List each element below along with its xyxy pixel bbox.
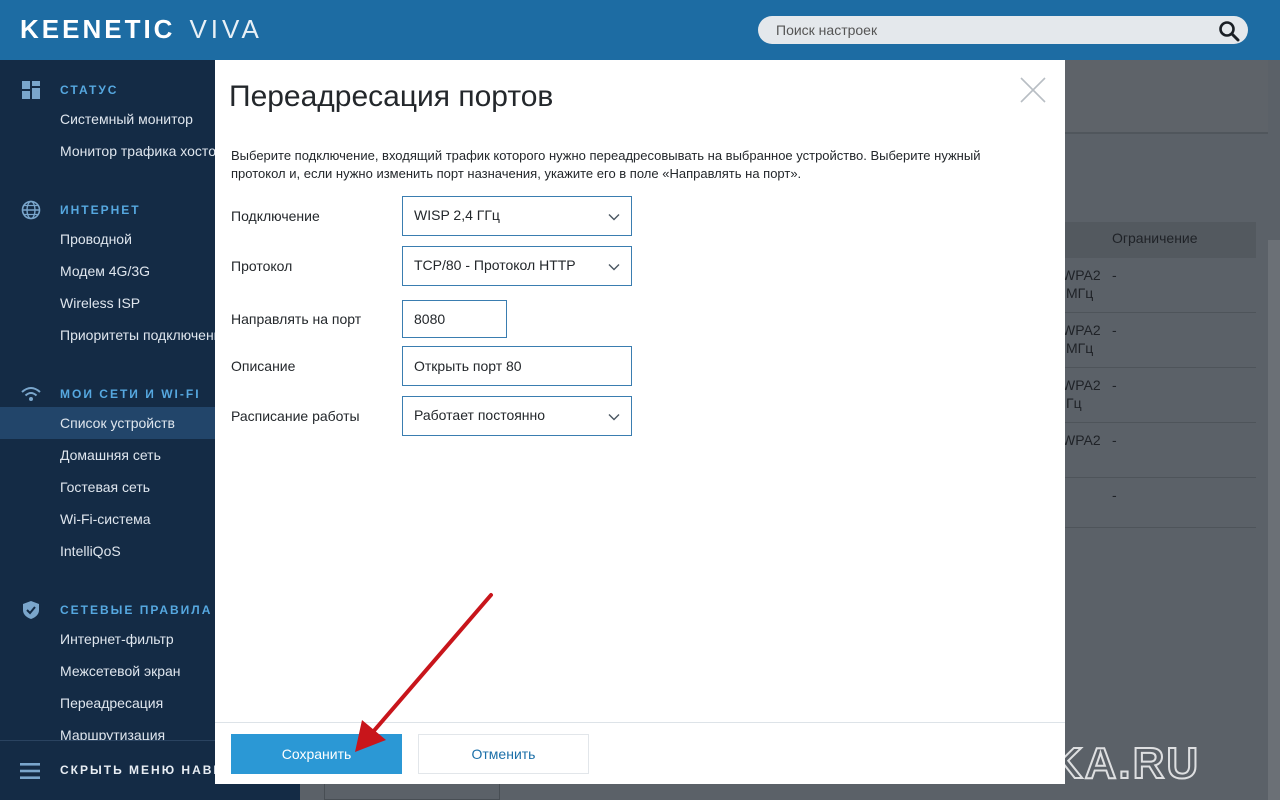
save-button[interactable]: Сохранить bbox=[231, 734, 402, 774]
chevron-down-icon bbox=[608, 214, 620, 221]
target-port-label: Направлять на порт bbox=[231, 311, 362, 327]
watermark-logo: WIFIKA.RU bbox=[950, 738, 1200, 786]
schedule-value: Работает постоянно bbox=[414, 407, 546, 423]
row-divider bbox=[1060, 312, 1256, 313]
connection-value: WISP 2,4 ГГц bbox=[414, 207, 500, 223]
globe-icon bbox=[20, 200, 42, 220]
protocol-label: Протокол bbox=[231, 258, 293, 274]
bg-cell-band: МГц bbox=[1066, 285, 1094, 301]
connection-select[interactable]: WISP 2,4 ГГц bbox=[402, 196, 632, 236]
bg-cell-limit: - bbox=[1112, 377, 1117, 393]
row-divider bbox=[1060, 527, 1256, 528]
dashboard-icon bbox=[20, 80, 42, 100]
watermark-text: WIFIKA.RU bbox=[950, 739, 1200, 786]
protocol-value: TCP/80 - Протокол HTTP bbox=[414, 257, 576, 273]
bg-cell-limit: - bbox=[1112, 322, 1117, 338]
close-icon[interactable] bbox=[1017, 74, 1049, 106]
logo[interactable]: KEENETIC VIVA bbox=[20, 14, 263, 45]
scrollbar[interactable] bbox=[1268, 240, 1280, 800]
dialog-title: Переадресация портов bbox=[229, 80, 554, 113]
port-forwarding-dialog: Переадресация портов Выберите подключени… bbox=[215, 60, 1065, 784]
column-header-limit: Ограничение bbox=[1112, 230, 1198, 246]
sidebar-section-status[interactable]: СТАТУС bbox=[20, 80, 116, 100]
shield-icon bbox=[20, 600, 42, 620]
top-bar: KEENETIC VIVA bbox=[0, 0, 1280, 60]
bg-cell-band: Гц bbox=[1066, 395, 1082, 411]
hamburger-icon bbox=[20, 763, 40, 779]
bg-cell-limit: - bbox=[1112, 432, 1117, 448]
logo-brand: KEENETIC bbox=[20, 14, 176, 44]
bg-cell-security: WPA2 bbox=[1062, 432, 1101, 448]
bg-cell-limit: - bbox=[1112, 487, 1117, 503]
bg-cell-security: WPA2 bbox=[1062, 377, 1101, 393]
logo-model: VIVA bbox=[189, 14, 263, 44]
chevron-down-icon bbox=[608, 414, 620, 421]
row-divider bbox=[1060, 422, 1256, 423]
bg-cell-limit: - bbox=[1112, 267, 1117, 283]
sidebar-section-internet[interactable]: ИНТЕРНЕТ bbox=[20, 200, 139, 220]
connection-label: Подключение bbox=[231, 208, 320, 224]
search-box[interactable] bbox=[758, 16, 1248, 44]
wifi-icon bbox=[20, 384, 42, 404]
sidebar-section-networks[interactable]: МОИ СЕТИ И WI-FI bbox=[20, 384, 199, 404]
footer-divider bbox=[215, 722, 1065, 723]
description-label: Описание bbox=[231, 358, 296, 374]
bg-cell-security: WPA2 bbox=[1062, 322, 1101, 338]
bg-cell-band: МГц bbox=[1066, 340, 1094, 356]
row-divider bbox=[1060, 477, 1256, 478]
protocol-select[interactable]: TCP/80 - Протокол HTTP bbox=[402, 246, 632, 286]
search-icon[interactable] bbox=[1218, 20, 1240, 42]
schedule-label: Расписание работы bbox=[231, 408, 360, 424]
cancel-button[interactable]: Отменить bbox=[418, 734, 589, 774]
description-input[interactable] bbox=[402, 346, 632, 386]
search-input[interactable] bbox=[776, 20, 1196, 40]
schedule-select[interactable]: Работает постоянно bbox=[402, 396, 632, 436]
dialog-description: Выберите подключение, входящий трафик ко… bbox=[231, 148, 981, 181]
bg-cell-security: WPA2 bbox=[1062, 267, 1101, 283]
sidebar-section-network-rules[interactable]: СЕТЕВЫЕ ПРАВИЛА bbox=[20, 600, 210, 620]
chevron-down-icon bbox=[608, 264, 620, 271]
target-port-input[interactable] bbox=[402, 300, 507, 338]
row-divider bbox=[1060, 367, 1256, 368]
